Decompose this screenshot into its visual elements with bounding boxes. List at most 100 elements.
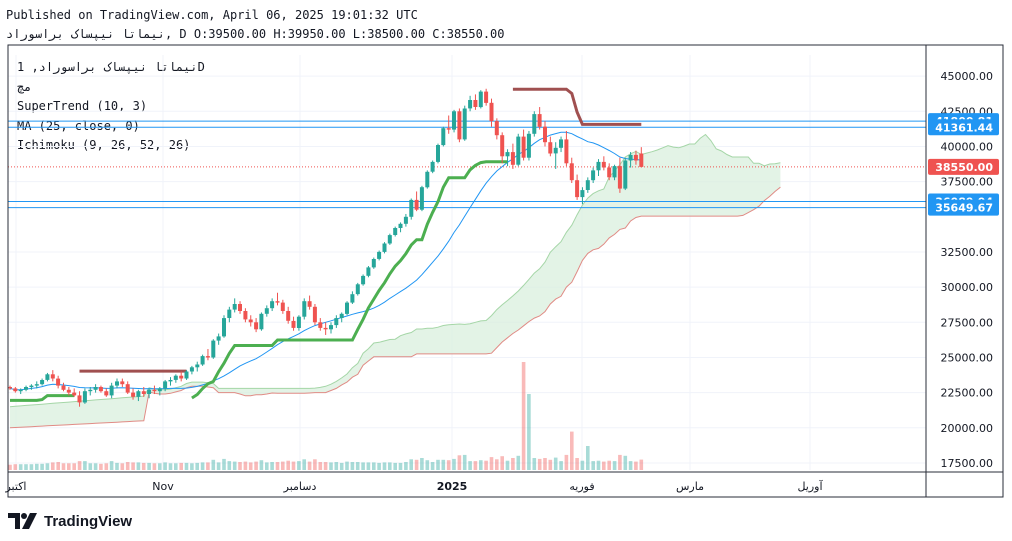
price-tick-0: 45000.00 bbox=[941, 70, 994, 83]
volume-bar-11 bbox=[67, 463, 71, 470]
candle-body-44 bbox=[243, 311, 248, 320]
candle-body-3 bbox=[24, 387, 28, 390]
candle-body-82 bbox=[446, 128, 451, 130]
price-tick-8: 22500.00 bbox=[941, 387, 994, 400]
candle-body-108 bbox=[585, 180, 590, 190]
volume-bar-33 bbox=[184, 462, 189, 470]
candle-body-13 bbox=[77, 395, 82, 403]
candle-body-81 bbox=[441, 128, 446, 146]
price-tag-1: 41361.44 bbox=[928, 119, 999, 136]
candle-53 bbox=[291, 316, 296, 331]
volume-bar-35 bbox=[195, 462, 199, 470]
candle-10 bbox=[61, 382, 66, 392]
volume-bar-29 bbox=[163, 462, 167, 470]
candle-body-99 bbox=[537, 114, 542, 127]
candle-body-100 bbox=[543, 126, 547, 143]
volume-bar-37 bbox=[206, 462, 210, 470]
price-tag-4: 35649.67 bbox=[928, 199, 999, 216]
candle-body-58 bbox=[318, 322, 323, 328]
chart-frame bbox=[7, 44, 1004, 498]
time-tick-3: 2025 bbox=[437, 480, 468, 493]
candle-52 bbox=[286, 306, 291, 324]
volume-bar-64 bbox=[350, 462, 355, 470]
candle-16 bbox=[93, 384, 98, 393]
candle-body-83 bbox=[452, 111, 456, 130]
candle-body-28 bbox=[157, 388, 162, 392]
candle-body-6 bbox=[40, 380, 45, 385]
volume-bar-89 bbox=[484, 460, 488, 470]
candle-50 bbox=[275, 292, 280, 306]
volume-bar-103 bbox=[559, 461, 563, 470]
candle-41 bbox=[227, 306, 232, 323]
volume-bar-92 bbox=[500, 456, 504, 470]
volume-bar-94 bbox=[511, 458, 515, 470]
candle-63 bbox=[345, 301, 349, 316]
candle-body-9 bbox=[56, 378, 61, 386]
price-tag-label-2: 38550.00 bbox=[935, 161, 993, 174]
volume-bar-30 bbox=[168, 463, 173, 470]
volume-bar-93 bbox=[505, 460, 510, 470]
candle-body-111 bbox=[601, 161, 606, 168]
volume-bar-63 bbox=[345, 461, 349, 470]
volume-bar-0 bbox=[8, 464, 12, 470]
volume-bar-71 bbox=[388, 462, 392, 470]
tradingview-logo[interactable]: TradingView bbox=[8, 512, 132, 530]
candle-35 bbox=[195, 361, 200, 372]
volume-bar-16 bbox=[93, 463, 98, 470]
time-tick-2: دسامبر bbox=[283, 480, 317, 493]
candle-body-32 bbox=[179, 375, 184, 379]
candle-body-7 bbox=[45, 374, 50, 380]
price-tick-5: 30000.00 bbox=[941, 281, 994, 294]
volume-bar-39 bbox=[216, 462, 221, 470]
candle-body-98 bbox=[532, 114, 537, 134]
candle-body-64 bbox=[350, 294, 355, 303]
candle-body-55 bbox=[302, 301, 307, 317]
candle-105 bbox=[569, 157, 574, 184]
volume-bar-59 bbox=[323, 462, 328, 470]
candle-78 bbox=[425, 170, 430, 189]
price-tick-3: 37500.00 bbox=[941, 176, 994, 189]
candle-65 bbox=[355, 282, 360, 296]
volume-bar-14 bbox=[83, 461, 87, 470]
candle-body-79 bbox=[430, 161, 435, 172]
candle-body-93 bbox=[505, 152, 510, 157]
candle-90 bbox=[489, 98, 494, 127]
candle-44 bbox=[243, 308, 248, 323]
volume-bar-55 bbox=[302, 459, 306, 470]
volume-bar-22 bbox=[125, 462, 130, 470]
volume-bar-81 bbox=[441, 459, 446, 470]
volume-bar-97 bbox=[527, 394, 531, 470]
time-tick-4: فوريه bbox=[569, 480, 594, 493]
candle-69 bbox=[377, 250, 382, 261]
candle-body-95 bbox=[516, 136, 521, 165]
price-tick-7: 25000.00 bbox=[941, 351, 994, 364]
candle-body-78 bbox=[425, 171, 430, 188]
candle-87 bbox=[473, 94, 478, 110]
candle-103 bbox=[559, 136, 563, 153]
candle-30 bbox=[168, 377, 173, 386]
volume-bar-4 bbox=[29, 464, 34, 470]
volume-bar-70 bbox=[382, 462, 387, 470]
cloud-fill bbox=[10, 134, 781, 428]
candle-body-49 bbox=[270, 301, 275, 309]
price-chart[interactable]: 45000.0042500.0040000.0037500.0032500.00… bbox=[0, 0, 1012, 541]
volume-bar-40 bbox=[222, 458, 226, 470]
candle-body-24 bbox=[136, 391, 141, 397]
candle-body-74 bbox=[403, 216, 408, 224]
candle-body-117 bbox=[633, 154, 638, 161]
volume-bar-52 bbox=[286, 460, 290, 470]
candle-body-87 bbox=[473, 100, 478, 107]
candle-56 bbox=[307, 295, 312, 310]
candle-body-16 bbox=[93, 387, 98, 390]
volume-bar-98 bbox=[532, 458, 537, 470]
candle-body-96 bbox=[521, 136, 526, 158]
candle-83 bbox=[452, 109, 456, 133]
candle-80 bbox=[436, 143, 440, 164]
candle-body-38 bbox=[211, 340, 216, 358]
candle-body-39 bbox=[216, 336, 221, 341]
candle-body-4 bbox=[29, 385, 34, 387]
candle-body-92 bbox=[500, 135, 505, 157]
volume-bar-54 bbox=[297, 461, 301, 470]
volume-bar-51 bbox=[281, 461, 285, 470]
candle-73 bbox=[398, 222, 403, 233]
